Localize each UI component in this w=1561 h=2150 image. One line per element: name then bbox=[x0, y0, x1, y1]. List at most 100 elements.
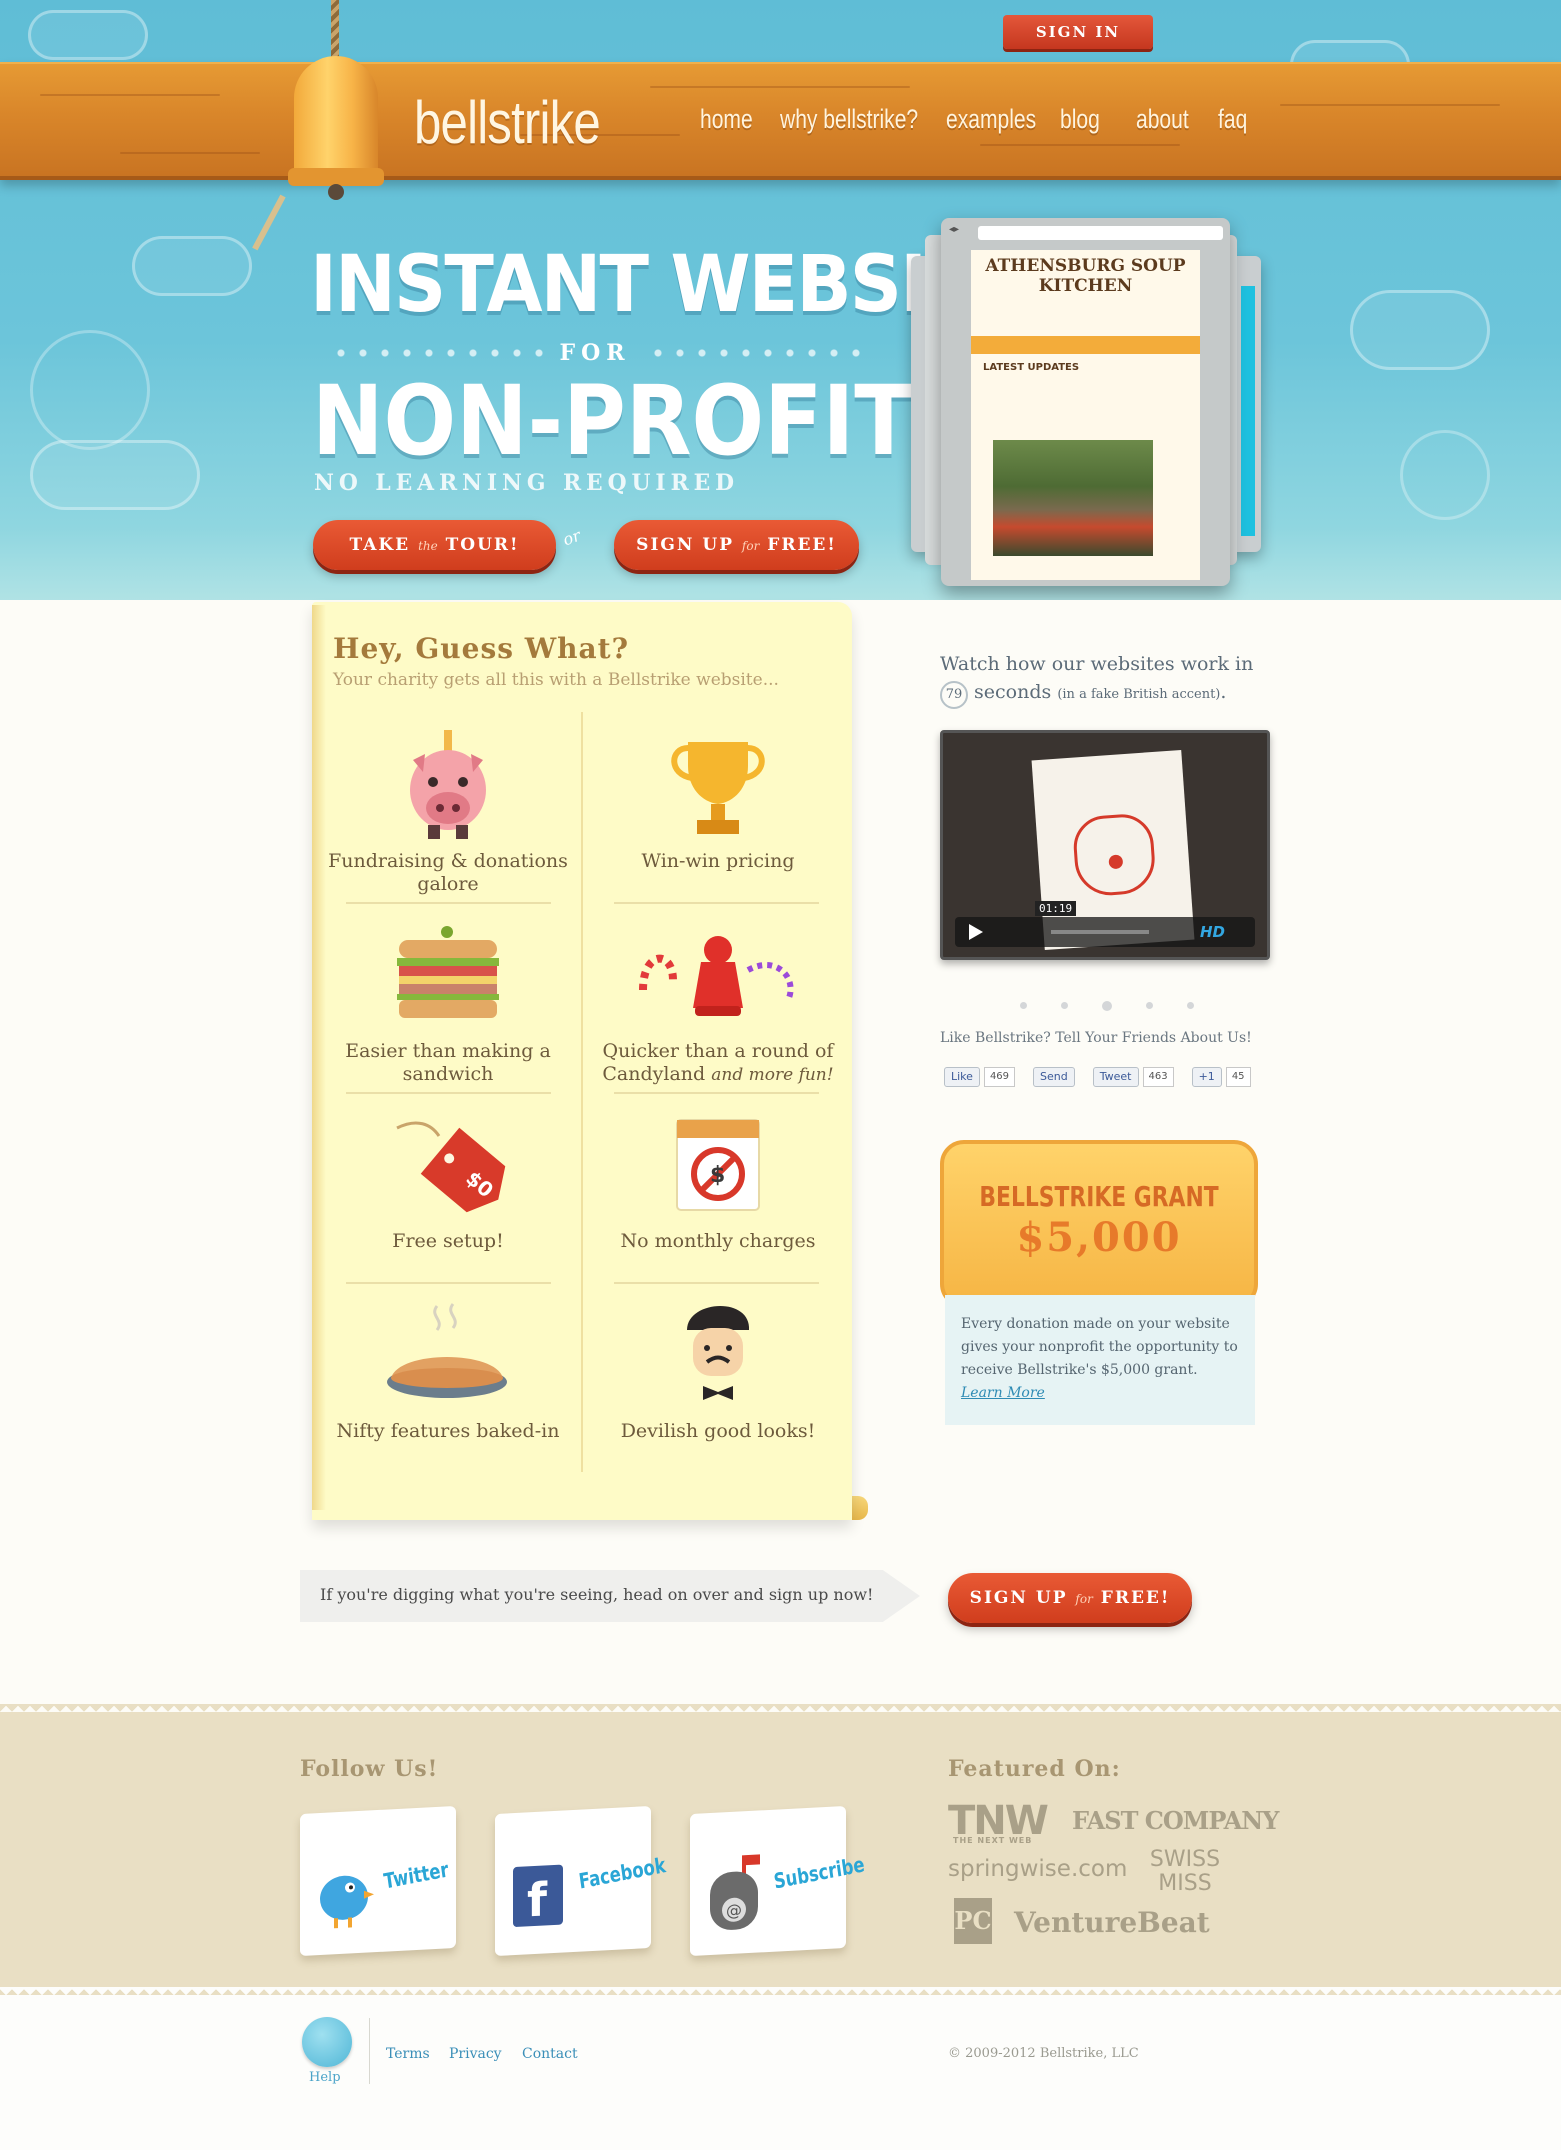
preview-photo bbox=[993, 440, 1153, 556]
facebook-like-button[interactable]: Like bbox=[944, 1067, 980, 1087]
nav-blog[interactable]: blog bbox=[1060, 104, 1119, 144]
candy-icon bbox=[583, 910, 853, 1040]
sandwich-icon bbox=[313, 910, 583, 1040]
carousel-dot-active[interactable] bbox=[1102, 1001, 1112, 1011]
google-plus-one: +1 45 bbox=[1191, 1067, 1251, 1087]
nav-faq[interactable]: faq bbox=[1218, 104, 1249, 144]
signup-free-button[interactable]: SIGN UP for FREE! bbox=[614, 520, 859, 570]
browser-address-bar bbox=[978, 226, 1223, 240]
preview-nav-bar bbox=[971, 336, 1200, 354]
share-prompt: Like Bellstrike? Tell Your Friends About… bbox=[940, 1030, 1252, 1046]
svg-text:f: f bbox=[527, 1872, 548, 1927]
video-controls: 01:19 HD bbox=[955, 901, 1255, 947]
contact-link[interactable]: Contact bbox=[522, 2046, 578, 2062]
feature-label: Fundraising & donations galore bbox=[328, 850, 568, 895]
cloud-decoration bbox=[1350, 290, 1490, 370]
feature-label: Easier than making a sandwich bbox=[345, 1040, 551, 1085]
twitter-card[interactable]: Twitter bbox=[300, 1805, 456, 1957]
video-player[interactable]: 01:19 HD bbox=[940, 730, 1270, 960]
carousel-dot[interactable] bbox=[1187, 1002, 1194, 1009]
press-pcmag-logo[interactable]: PC bbox=[954, 1898, 992, 1944]
video-seconds-label: seconds bbox=[974, 681, 1052, 703]
nav-why-bellstrike[interactable]: why bellstrike? bbox=[780, 104, 918, 144]
preview-site-title: ATHENSBURG SOUP KITCHEN bbox=[985, 256, 1186, 296]
take-tour-button[interactable]: TAKE the TOUR! bbox=[313, 520, 556, 570]
site-logo[interactable]: bellstrike bbox=[414, 88, 601, 157]
copyright: © 2009-2012 Bellstrike, LLC bbox=[948, 2046, 1139, 2061]
sign-in-button[interactable]: SIGN IN bbox=[1003, 15, 1153, 49]
features-title: Hey, Guess What? bbox=[333, 632, 629, 665]
cta-text: If you're digging what you're seeing, he… bbox=[320, 1585, 874, 1604]
twitter-label: Twitter bbox=[382, 1857, 451, 1894]
feature-label: Win-win pricing bbox=[641, 850, 795, 872]
cta-btn-mid: for bbox=[1075, 1592, 1093, 1606]
tour-btn-post: TOUR! bbox=[445, 535, 520, 555]
pie-icon bbox=[313, 1290, 583, 1420]
nav-home[interactable]: home bbox=[700, 104, 762, 144]
preview-updates-heading: LATEST UPDATES bbox=[983, 362, 1080, 373]
swirl-decoration bbox=[30, 330, 150, 450]
main-nav: home why bellstrike? examples blog about… bbox=[700, 104, 1258, 144]
grant-description: Every donation made on your website give… bbox=[945, 1295, 1255, 1425]
carousel-dot[interactable] bbox=[1146, 1002, 1153, 1009]
follow-title: Follow Us! bbox=[300, 1756, 439, 1782]
video-intro: Watch how our websites work in 79 second… bbox=[940, 650, 1280, 709]
hero-headline-2: NON-PROFITS bbox=[312, 365, 975, 477]
nav-about[interactable]: about bbox=[1136, 104, 1200, 144]
feature-separator bbox=[614, 1092, 819, 1094]
press-fastcompany-logo[interactable]: FAST COMPANY bbox=[1072, 1806, 1279, 1835]
facebook-card[interactable]: f Facebook bbox=[495, 1805, 667, 1957]
press-venturebeat-logo[interactable]: VentureBeat bbox=[1014, 1906, 1210, 1939]
feature-separator bbox=[614, 1282, 819, 1284]
plus-one-button[interactable]: +1 bbox=[1191, 1067, 1222, 1087]
nav-examples[interactable]: examples bbox=[946, 104, 1036, 144]
mailbox-icon: @ bbox=[702, 1850, 766, 1933]
preview-page: ATHENSBURG SOUP KITCHEN LATEST UPDATES bbox=[971, 250, 1200, 580]
browser-nav-arrows-icon: ◂▸ bbox=[949, 224, 960, 235]
facebook-like-count: 469 bbox=[983, 1067, 1016, 1087]
video-progress-bar[interactable] bbox=[1051, 930, 1149, 934]
tweet-count: 463 bbox=[1142, 1067, 1174, 1087]
press-tnw-subtitle: THE NEXT WEB bbox=[953, 1836, 1033, 1845]
grant-learn-more-link[interactable]: Learn More bbox=[961, 1385, 1045, 1401]
grant-text: Every donation made on your website give… bbox=[961, 1316, 1238, 1378]
feature-separator bbox=[346, 1092, 551, 1094]
plus-one-count: 45 bbox=[1225, 1067, 1251, 1087]
browser-preview[interactable]: ◂▸ ATHENSBURG SOUP KITCHEN LATEST UPDATE… bbox=[941, 218, 1230, 586]
feature-separator bbox=[346, 902, 551, 904]
cta-btn-pre: SIGN UP bbox=[969, 1588, 1068, 1608]
feature-free-setup: $0 Free setup! bbox=[313, 1100, 583, 1253]
tweet-button[interactable]: Tweet bbox=[1092, 1067, 1139, 1087]
feature-label-extra: and more fun! bbox=[711, 1065, 834, 1085]
piggy-bank-icon bbox=[313, 720, 583, 850]
feature-good-looks: Devilish good looks! bbox=[583, 1290, 853, 1443]
svg-text:@: @ bbox=[726, 1900, 742, 1920]
hero-tagline: NO LEARNING REQUIRED bbox=[314, 470, 740, 496]
cta-signup-button[interactable]: SIGN UP for FREE! bbox=[948, 1573, 1192, 1623]
hd-toggle[interactable]: HD bbox=[1200, 923, 1225, 941]
privacy-link[interactable]: Privacy bbox=[449, 2046, 502, 2062]
press-springwise-logo[interactable]: springwise.com bbox=[948, 1856, 1127, 1882]
signup-btn-mid: for bbox=[741, 539, 760, 553]
social-share-row: Like 469 Send Tweet 463 +1 45 bbox=[944, 1067, 1251, 1087]
cloud-decoration bbox=[30, 440, 200, 510]
feature-label: No monthly charges bbox=[620, 1230, 816, 1252]
press-swissmiss-logo[interactable]: SWISS MISS bbox=[1144, 1848, 1226, 1896]
subscribe-card[interactable]: @ Subscribe bbox=[690, 1805, 866, 1957]
tweet: Tweet 463 bbox=[1092, 1067, 1174, 1087]
feature-pricing: Win-win pricing bbox=[583, 720, 853, 873]
carousel-dot[interactable] bbox=[1061, 1002, 1068, 1009]
grant-title: BELLSTRIKE GRANT bbox=[979, 1180, 1219, 1213]
video-time: 01:19 bbox=[1035, 901, 1077, 916]
feature-label: Nifty features baked-in bbox=[336, 1420, 560, 1442]
help-icon[interactable] bbox=[302, 2017, 352, 2067]
facebook-send-button[interactable]: Send bbox=[1033, 1067, 1075, 1087]
help-label[interactable]: Help bbox=[309, 2070, 341, 2085]
grant-ticket: BELLSTRIKE GRANT $5,000 bbox=[940, 1140, 1258, 1308]
carousel-dot[interactable] bbox=[1020, 1002, 1027, 1009]
play-icon[interactable] bbox=[969, 924, 983, 940]
feature-easy: Easier than making a sandwich bbox=[313, 910, 583, 1086]
terms-link[interactable]: Terms bbox=[386, 2046, 430, 2062]
features-subtitle: Your charity gets all this with a Bellst… bbox=[333, 670, 779, 690]
signup-btn-pre: SIGN UP bbox=[636, 535, 734, 555]
